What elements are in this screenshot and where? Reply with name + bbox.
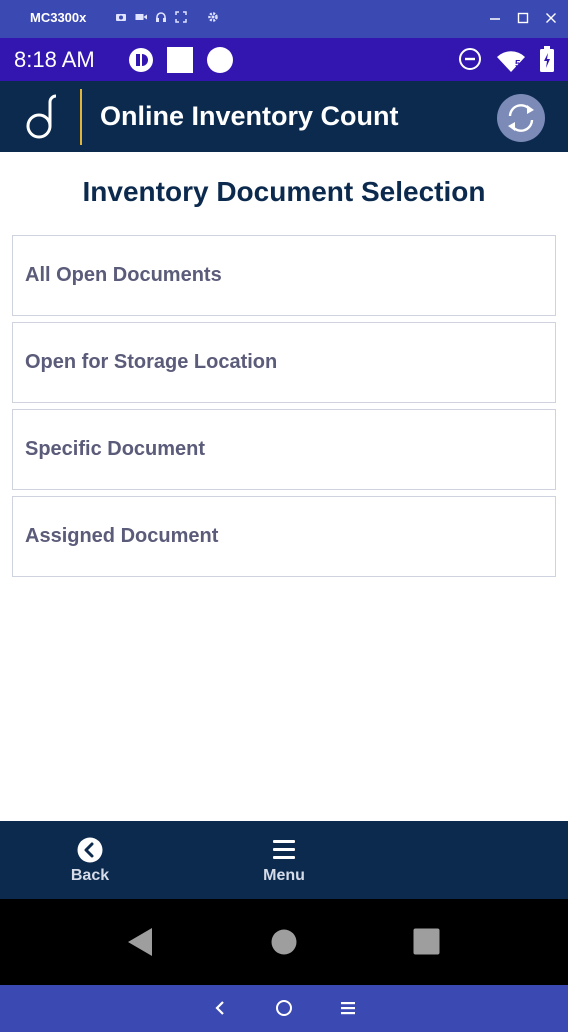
option-label: Assigned Document	[25, 525, 219, 547]
menu-button[interactable]: Menu	[244, 837, 324, 893]
bottom-action-bar: Back Menu	[0, 821, 568, 899]
back-triangle-icon[interactable]	[127, 927, 153, 957]
do-not-disturb-icon	[458, 47, 482, 76]
circle-notification-icon	[206, 46, 234, 79]
back-button[interactable]: Back	[50, 837, 130, 893]
option-specific-document[interactable]: Specific Document	[12, 409, 556, 490]
logo-divider	[80, 89, 82, 145]
emulator-title: MC3300x	[30, 10, 87, 25]
home-circle-icon[interactable]	[271, 929, 297, 955]
battery-icon	[540, 46, 554, 77]
window-controls	[488, 8, 558, 34]
option-label: Specific Document	[25, 438, 206, 460]
close-icon[interactable]	[544, 8, 558, 34]
emulator-toolbar	[115, 10, 219, 23]
status-system-icons: 5	[458, 46, 554, 77]
hamburger-icon[interactable]	[340, 1000, 356, 1016]
option-label: Open for Storage Location	[25, 351, 278, 373]
option-all-open-documents[interactable]: All Open Documents	[12, 235, 556, 316]
option-label: All Open Documents	[25, 264, 222, 286]
back-label: Back	[70, 867, 110, 884]
refresh-icon	[508, 104, 534, 132]
app-title: Online Inventory Count	[100, 101, 399, 131]
fullscreen-icon[interactable]	[175, 10, 187, 23]
maximize-icon[interactable]	[516, 8, 530, 34]
page-title: Inventory Document Selection	[82, 176, 486, 207]
camera-icon[interactable]	[115, 10, 127, 22]
option-assigned-document[interactable]: Assigned Document	[12, 496, 556, 577]
app-notification-icon	[128, 47, 154, 78]
back-circle-icon	[77, 837, 103, 863]
wifi-icon: 5	[496, 50, 526, 74]
circle-home-icon[interactable]	[275, 999, 293, 1017]
emulator-title-bar: MC3300x	[0, 0, 568, 38]
square-notification-icon	[166, 46, 194, 79]
hamburger-menu-icon	[273, 840, 295, 859]
minimize-icon[interactable]	[488, 8, 502, 34]
app-header: Online Inventory Count	[0, 81, 568, 152]
refresh-button[interactable]	[497, 94, 545, 142]
document-option-list: All Open Documents Open for Storage Loca…	[12, 235, 556, 583]
option-open-for-storage-location[interactable]: Open for Storage Location	[12, 322, 556, 403]
app-logo	[22, 94, 62, 140]
settings-icon[interactable]	[207, 10, 219, 22]
recents-square-icon[interactable]	[413, 928, 440, 955]
status-bar: 8:18 AM 5	[0, 38, 568, 81]
wifi-badge: 5	[515, 58, 521, 70]
headphones-icon[interactable]	[155, 10, 167, 22]
status-time: 8:18 AM	[14, 47, 95, 72]
chevron-left-icon[interactable]	[213, 1000, 227, 1016]
video-icon[interactable]	[135, 10, 147, 22]
emulator-navigation-bar	[0, 985, 568, 1032]
status-notification-icons	[128, 46, 234, 79]
android-navigation-bar	[0, 899, 568, 985]
menu-label: Menu	[263, 867, 305, 884]
